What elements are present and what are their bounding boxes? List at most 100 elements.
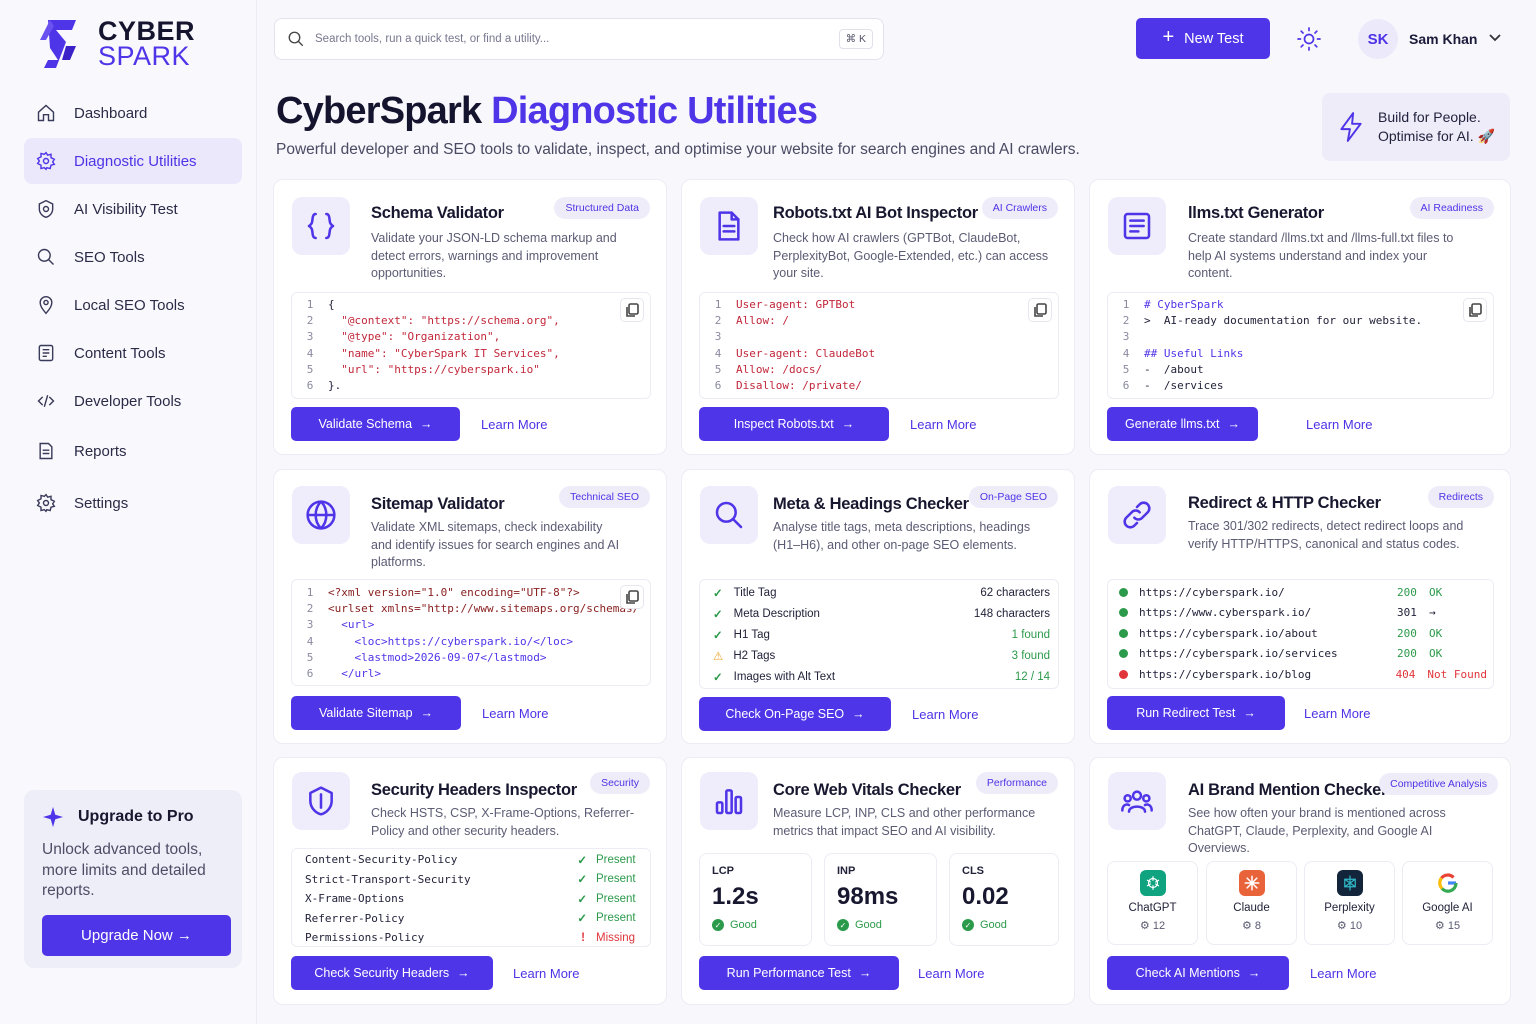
checkmark-icon: ✓ <box>713 608 723 621</box>
code-line: # CyberSpark <box>1144 298 1224 311</box>
good-check-icon: ✓ <box>712 919 724 931</box>
validate-sitemap-button[interactable]: Validate Sitemap → <box>291 696 461 730</box>
copy-button[interactable] <box>620 298 644 322</box>
user-name[interactable]: Sam Khan <box>1409 31 1477 47</box>
users-icon <box>1121 790 1153 813</box>
status-dot <box>1119 608 1128 618</box>
brand-claude: Claude ⚙ 8 <box>1206 861 1297 945</box>
copy-button[interactable] <box>1028 298 1052 322</box>
code-line: "name": "CyberSpark IT Services", <box>328 346 560 360</box>
search-input[interactable]: Search tools, run a quick test, or find … <box>315 33 839 45</box>
learn-more-link[interactable]: Learn More <box>1306 407 1372 441</box>
code-line: Disallow: /private/ <box>736 378 862 392</box>
check-security-headers-button[interactable]: Check Security Headers → <box>291 956 493 990</box>
header-row: Content-Security-Policy ✓ Present <box>305 853 636 867</box>
category-badge: AI Crawlers <box>981 197 1058 219</box>
avatar[interactable]: SK <box>1358 19 1398 59</box>
arrow-right-icon: → <box>1243 706 1256 720</box>
core-web-vitals-card: Core Web Vitals Checker Performance Meas… <box>681 757 1075 1005</box>
code-line: }. <box>328 378 342 392</box>
code-line: User-agent: GPTBot <box>736 298 856 311</box>
logo-text-2: SPARK <box>98 41 191 71</box>
learn-more-link[interactable]: Learn More <box>1310 956 1376 990</box>
globe-icon <box>306 500 336 530</box>
generate-llms-button[interactable]: Generate llms.txt → <box>1107 407 1258 441</box>
brand-chatgpt: ChatGPT ⚙ 12 <box>1107 861 1198 945</box>
promo-title: Upgrade to Pro <box>78 808 194 825</box>
card-description: Validate XML sitemaps, check indexabilit… <box>371 520 620 569</box>
sidebar-item-reports[interactable]: Reports <box>24 428 242 474</box>
card-title: Meta & Headings Checker <box>773 495 969 513</box>
learn-more-link[interactable]: Learn More <box>1304 696 1370 730</box>
sidebar-nav: Dashboard Diagnostic Utilities AI Visibi… <box>24 90 242 528</box>
sidebar-item-label: Content Tools <box>74 344 166 362</box>
learn-more-link[interactable]: Learn More <box>910 407 976 441</box>
upgrade-now-button[interactable]: Upgrade Now → <box>42 914 231 956</box>
category-badge: Redirects <box>1427 486 1494 508</box>
checkmark-icon: ✓ <box>577 913 587 926</box>
category-badge: AI Readiness <box>1409 197 1494 219</box>
run-redirect-test-button[interactable]: Run Redirect Test → <box>1107 696 1285 730</box>
headers-list: Content-Security-Policy ✓ Present Strict-T… <box>291 848 651 947</box>
page-title: CyberSpark Diagnostic Utilities <box>276 90 818 132</box>
copy-button[interactable] <box>1463 298 1487 322</box>
shield-icon <box>309 786 333 816</box>
sidebar-item-content-tools[interactable]: Content Tools <box>24 330 242 376</box>
check-row: ✓ Title Tag 62 characters <box>713 586 1050 600</box>
learn-more-link[interactable]: Learn More <box>482 696 548 730</box>
card-description: Check how AI crawlers (GPTBot, ClaudeBot… <box>773 231 1049 280</box>
sidebar-item-ai-visibility-test[interactable]: AI Visibility Test <box>24 186 242 232</box>
learn-more-link[interactable]: Learn More <box>481 407 547 441</box>
sidebar-item-label: Diagnostic Utilities <box>74 152 197 170</box>
sidebar-item-label: Developer Tools <box>74 392 182 410</box>
ai-brand-mention-card: AI Brand Mention Checker Competitive Ana… <box>1089 757 1511 1005</box>
sidebar-item-label: Settings <box>74 494 129 512</box>
redirect-row: https://cyberspark.io/services 200 OK <box>1108 644 1493 665</box>
sidebar-item-local-seo-tools[interactable]: Local SEO Tools <box>24 282 242 328</box>
sidebar-item-label: Reports <box>74 442 127 460</box>
brand-perplexity: Perplexity ⚙ 10 <box>1304 861 1395 945</box>
new-test-button[interactable]: + New Test <box>1136 18 1270 59</box>
sidebar-item-dashboard[interactable]: Dashboard <box>24 90 242 136</box>
header-row: Permissions-Policy! Missing <box>305 931 635 945</box>
checks-list: ✓ Title Tag 62 characters ✓ Meta Descriptio… <box>699 579 1059 689</box>
search-bar[interactable]: Search tools, run a quick test, or find … <box>274 18 884 60</box>
bar-chart-icon <box>715 789 743 815</box>
page-subtitle: Powerful developer and SEO tools to vali… <box>276 141 1080 158</box>
checkmark-icon: ✓ <box>577 874 587 887</box>
theme-toggle-sun-icon[interactable] <box>1297 27 1321 51</box>
code-line: Allow: / <box>736 314 789 328</box>
sidebar-item-settings[interactable]: Settings <box>24 480 242 526</box>
category-badge: Technical SEO <box>559 486 650 508</box>
card-description: Measure LCP, INP, CLS and other performa… <box>773 806 1036 838</box>
card-title: AI Brand Mention Checker <box>1188 781 1388 799</box>
chevron-down-icon[interactable] <box>1488 33 1502 43</box>
category-badge: Security <box>590 772 650 794</box>
learn-more-link[interactable]: Learn More <box>912 697 978 731</box>
inspect-robots-button[interactable]: Inspect Robots.txt → <box>699 407 889 441</box>
code-line: - /services <box>1144 378 1224 392</box>
sidebar-item-developer-tools[interactable]: Developer Tools <box>24 378 242 424</box>
good-check-icon: ✓ <box>837 919 849 931</box>
cyberspark-logo-icon <box>40 20 76 68</box>
sidebar-item-diagnostic-utilities[interactable]: Diagnostic Utilities <box>24 138 242 184</box>
check-ai-mentions-button[interactable]: Check AI Mentions → <box>1107 956 1289 990</box>
search-icon <box>37 248 55 266</box>
sidebar-item-seo-tools[interactable]: SEO Tools <box>24 234 242 280</box>
category-badge: Competitive Analysis <box>1379 773 1498 795</box>
check-on-page-seo-button[interactable]: Check On-Page SEO → <box>699 697 891 731</box>
run-performance-test-button[interactable]: Run Performance Test → <box>699 956 899 990</box>
status-dot <box>1119 587 1128 597</box>
code-preview: 1 # CyberSpark 2 > AI-ready documentation … <box>1107 292 1494 399</box>
validate-schema-button[interactable]: Validate Schema → <box>291 407 460 441</box>
warning-icon: ⚠ <box>713 650 724 663</box>
logo[interactable]: CYBER SPARK <box>36 16 195 72</box>
llms-generator-card: llms.txt Generator AI Readiness Create s… <box>1089 179 1511 455</box>
braces-icon <box>307 212 335 240</box>
copy-button[interactable] <box>620 585 644 609</box>
learn-more-link[interactable]: Learn More <box>513 956 579 990</box>
gear-icon <box>36 151 56 171</box>
learn-more-link[interactable]: Learn More <box>918 956 984 990</box>
code-preview: 1{ 2 "@context": "https://schema.org", 3… <box>291 292 651 399</box>
home-icon <box>37 104 55 122</box>
